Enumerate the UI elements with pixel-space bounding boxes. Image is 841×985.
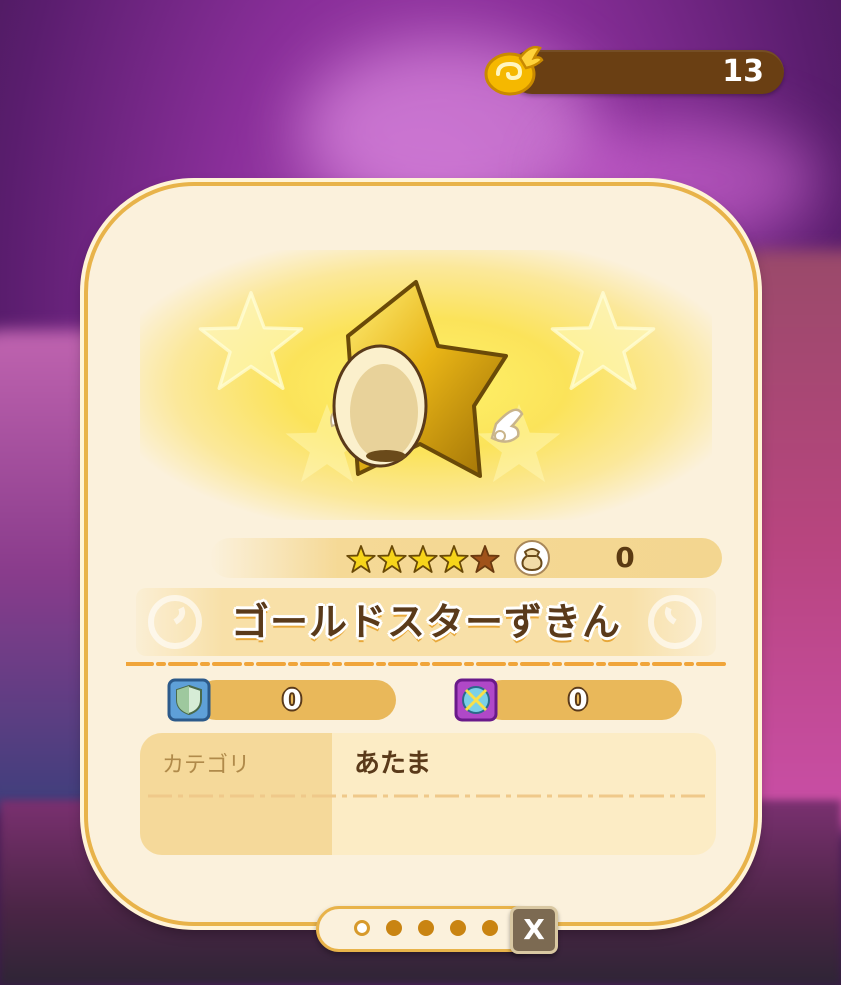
magic-stat-value: 0 — [568, 683, 588, 716]
page-dot[interactable] — [450, 920, 466, 936]
rarity-star-filled-icon — [377, 545, 407, 573]
page-dot[interactable] — [418, 920, 434, 936]
wing-coin-icon — [484, 45, 544, 96]
info-table: カテゴリ あたま — [140, 733, 716, 855]
category-value: あたま — [354, 749, 432, 779]
rarity-star-filled-icon — [346, 545, 376, 573]
page-dot[interactable] — [482, 920, 498, 936]
crystal-orb-icon — [454, 678, 498, 722]
currency-counter: 13 — [510, 50, 784, 94]
item-name: ゴールドスターずきん — [230, 600, 621, 644]
currency-value: 13 — [722, 54, 764, 89]
background-star-icon — [198, 291, 304, 390]
rarity-star-filled-icon — [439, 545, 469, 573]
background-star-icon — [550, 291, 656, 390]
category-label: カテゴリ — [162, 753, 251, 778]
gold-star-hood-icon — [330, 280, 524, 478]
rarity-stars — [346, 544, 500, 574]
rarity-star-filled-icon — [408, 545, 438, 573]
page-dot[interactable] — [386, 920, 402, 936]
level-value: 0 — [615, 541, 635, 574]
defense-stat-value: 0 — [282, 683, 302, 716]
rarity-star-empty-icon — [470, 545, 500, 573]
page-dot[interactable] — [354, 920, 370, 936]
divider — [126, 662, 726, 666]
divider — [148, 794, 708, 798]
money-bag-icon — [514, 540, 550, 576]
close-button[interactable]: X — [510, 906, 558, 954]
shield-icon — [167, 678, 211, 722]
